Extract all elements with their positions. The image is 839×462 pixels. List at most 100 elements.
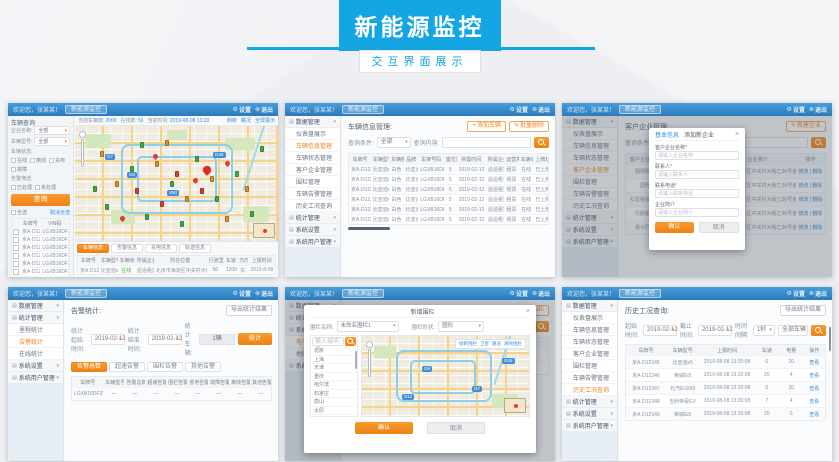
car-icon[interactable] bbox=[93, 186, 97, 192]
sidebar-item[interactable]: 车辆状态管理 bbox=[285, 152, 340, 164]
table-row[interactable]: 京A·D12348比亚迪e5白色比亚迪LGXB16DF3W1552019-02-… bbox=[349, 194, 548, 204]
table-row[interactable]: 京A·D1207LGXB16DF3W18 bbox=[12, 275, 69, 277]
close-icon[interactable]: × bbox=[526, 308, 530, 315]
table-row[interactable]: 京A·D12346比亚迪e5白色比亚迪LGXB16DF3W1352019-02-… bbox=[349, 174, 548, 184]
fence-shape-select[interactable]: 圆形 bbox=[438, 321, 484, 332]
table-row[interactable]: 京A·D12347比亚迪e5白色比亚迪LGXB16DF3W1452019-02-… bbox=[349, 184, 548, 194]
car-icon[interactable] bbox=[260, 146, 264, 152]
car-icon[interactable] bbox=[235, 171, 239, 177]
filter-select[interactable]: 全部 bbox=[34, 137, 70, 146]
status-checkbox[interactable]: 在线 bbox=[11, 157, 27, 164]
sidebar-item[interactable]: 车辆告警管理 bbox=[562, 372, 617, 384]
car-icon[interactable] bbox=[195, 156, 199, 162]
settings-button[interactable]: ⚙设置 bbox=[510, 289, 528, 298]
car-icon[interactable] bbox=[200, 188, 204, 194]
city-item[interactable]: 西安 bbox=[311, 415, 357, 416]
sidebar-item[interactable]: 仪表盘展示 bbox=[285, 128, 340, 140]
table-row[interactable]: 京A·D12347北汽EU2602019-08-08 13:20:08520查看 bbox=[626, 381, 825, 394]
table-row[interactable]: 京A·D12349荣威Ei52019-08-08 13:20:08205查看 bbox=[626, 407, 825, 420]
car-icon[interactable] bbox=[100, 151, 104, 157]
sidebar-item[interactable]: 数据管理 bbox=[562, 300, 617, 312]
table-row[interactable]: 京A·D12350比亚迪e5白色比亚迪LGXB16DF3W1752019-02-… bbox=[349, 214, 548, 224]
sidebar-item[interactable]: 车辆告警管理 bbox=[285, 188, 340, 200]
status-checkbox[interactable]: 故障 bbox=[11, 166, 27, 173]
car-icon[interactable] bbox=[140, 142, 144, 148]
sidebar-item[interactable]: 在线统计 bbox=[8, 348, 63, 360]
car-icon[interactable] bbox=[105, 204, 109, 210]
tab[interactable]: 围栏告警 bbox=[147, 362, 183, 372]
logout-button[interactable]: ⊗退出 bbox=[255, 289, 273, 298]
confirm-button[interactable]: 确认 bbox=[655, 222, 694, 233]
city-item[interactable]: 重庆 bbox=[311, 373, 357, 382]
sidebar-item[interactable]: 仪表盘展示 bbox=[562, 312, 617, 324]
app-tab[interactable]: 新能源监控 bbox=[65, 105, 107, 114]
map-zoom-control[interactable] bbox=[366, 341, 373, 377]
table-row[interactable]: 京A·D12346荣威Ei52019-08-08 13:20:08204查看 bbox=[626, 368, 825, 381]
settings-button[interactable]: ⚙设置 bbox=[787, 105, 805, 114]
logout-button[interactable]: ⊗退出 bbox=[255, 105, 273, 114]
field-input[interactable]: 请输入联系人 bbox=[655, 170, 739, 179]
status-checkbox[interactable]: 离线 bbox=[30, 157, 46, 164]
sidebar-item[interactable]: 系统设置 bbox=[8, 360, 63, 372]
fence-map[interactable]: G6G7S12G45 绘制围栏卫星路况清除围栏 bbox=[361, 335, 530, 417]
car-icon[interactable] bbox=[135, 188, 139, 194]
end-date-select[interactable]: 2019-02-12 bbox=[148, 334, 182, 345]
keyword-input[interactable] bbox=[442, 137, 531, 148]
app-tab[interactable]: 新能源监控 bbox=[65, 289, 107, 298]
city-item[interactable]: 北京 bbox=[311, 347, 357, 356]
map-zoom-control[interactable] bbox=[79, 131, 86, 167]
car-icon[interactable] bbox=[250, 211, 254, 217]
sidebar-item[interactable]: 系统用户管理 bbox=[285, 236, 340, 248]
sidebar-item[interactable]: 车辆信息管理 bbox=[285, 140, 340, 152]
car-icon[interactable] bbox=[165, 140, 169, 146]
tab[interactable]: 告警信息 bbox=[111, 244, 143, 253]
car-icon[interactable] bbox=[225, 216, 229, 222]
search-button[interactable] bbox=[534, 137, 549, 148]
add-vehicle-button[interactable]: +添加车辆 bbox=[467, 121, 506, 132]
sidebar-item[interactable]: 系统设置 bbox=[562, 408, 617, 420]
table-row[interactable]: 京A·D1201LGXB16DF3W12 bbox=[12, 227, 69, 235]
car-icon[interactable] bbox=[115, 181, 119, 187]
sidebar-item[interactable]: 统计管理 bbox=[285, 212, 340, 224]
sidebar-item[interactable]: 统计管理 bbox=[562, 396, 617, 408]
sidebar-item[interactable]: 车辆信息管理 bbox=[562, 324, 617, 336]
field-input[interactable]: 请输入联系电话 bbox=[655, 189, 739, 198]
table-row[interactable]: 京A·D1205LGXB16DF3W16 bbox=[12, 259, 69, 267]
city-item[interactable]: 天津 bbox=[311, 364, 357, 373]
settings-button[interactable]: ⚙设置 bbox=[510, 105, 528, 114]
table-row[interactable]: 京A·D1206LGXB16DF3W17 bbox=[12, 267, 69, 275]
app-tab[interactable]: 新能源监控 bbox=[619, 289, 661, 298]
table-row[interactable]: 京A·D12345比亚迪e5白色比亚迪LGXB16DF3W1252019-02-… bbox=[349, 164, 548, 174]
car-icon[interactable] bbox=[245, 186, 249, 192]
sidebar-item[interactable]: 数据管理 bbox=[285, 116, 340, 128]
table-row[interactable]: 京A·D12348吉利帝豪EV2019-08-08 13:20:0874查看 bbox=[626, 394, 825, 407]
fence-name-select[interactable]: 未命名围栏1 bbox=[337, 321, 399, 332]
tab[interactable]: 充电信息 bbox=[145, 244, 177, 253]
car-icon[interactable] bbox=[160, 201, 164, 207]
field-input[interactable]: 请输入企业名称 bbox=[655, 151, 739, 160]
vehicle-select[interactable]: 全部车辆 bbox=[778, 325, 808, 336]
sidebar-item[interactable]: 客户企业管理 bbox=[285, 164, 340, 176]
search-button[interactable] bbox=[811, 325, 826, 336]
table-row[interactable]: 京A·D12345比亚迪e5在线遥遥租赁北京市海淀区中关村大街北京科技金融大厦院… bbox=[78, 265, 275, 274]
confirm-button[interactable]: 确认 bbox=[355, 422, 413, 434]
car-icon[interactable] bbox=[180, 221, 184, 227]
sidebar-item[interactable]: 围栏管理 bbox=[285, 176, 340, 188]
table-row[interactable]: 京A·D1203LGXB16DF3W14 bbox=[12, 243, 69, 251]
sidebar-item[interactable]: 系统用户管理 bbox=[8, 372, 63, 384]
map-control-button[interactable]: 刷新 bbox=[227, 117, 237, 124]
type-select[interactable]: 全部 bbox=[377, 137, 411, 148]
sidebar-item[interactable]: 数据管理 bbox=[8, 300, 63, 312]
sidebar-item[interactable]: 里程统计 bbox=[8, 324, 63, 336]
horizontal-scrollbar[interactable] bbox=[348, 227, 390, 230]
map-control-button[interactable]: 清除围栏 bbox=[504, 341, 522, 347]
map-control-button[interactable]: 绘制围栏 bbox=[459, 341, 477, 347]
map-control-button[interactable]: 卫星 bbox=[480, 341, 489, 347]
settings-button[interactable]: ⚙设置 bbox=[233, 289, 251, 298]
car-icon[interactable] bbox=[175, 171, 179, 177]
alarm-checkbox[interactable]: 已处理 bbox=[11, 184, 32, 191]
logout-button[interactable]: ⊗退出 bbox=[809, 105, 827, 114]
city-item[interactable]: 太原 bbox=[311, 407, 357, 416]
table-row[interactable]: LGXB16DF3W12———————— bbox=[72, 387, 271, 400]
alarm-checkbox[interactable]: 未处理 bbox=[35, 184, 56, 191]
